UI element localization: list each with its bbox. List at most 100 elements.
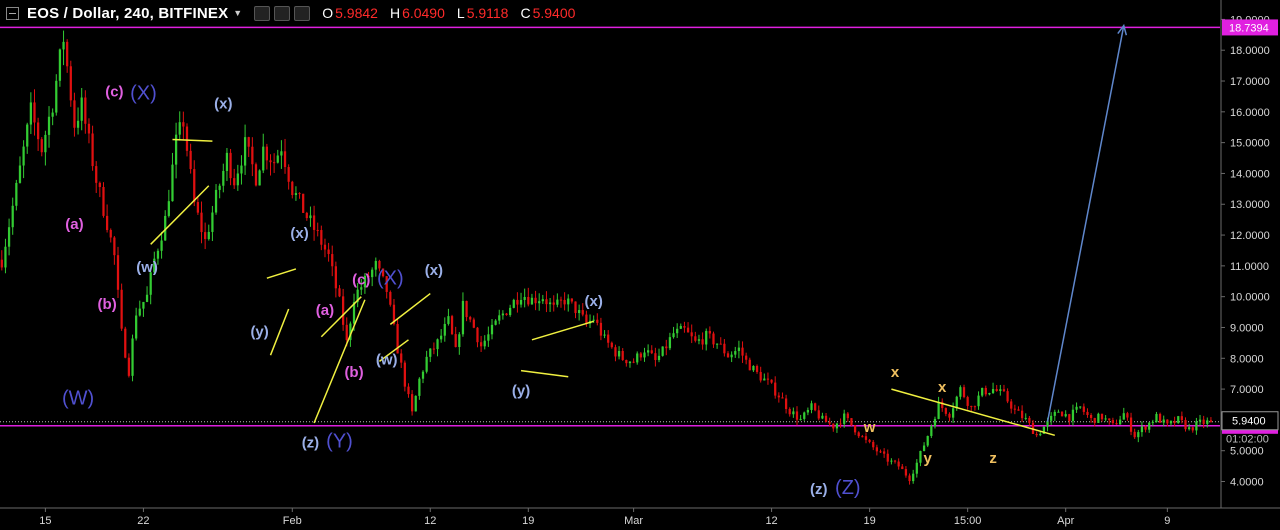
price-axis: 4.00005.00006.00007.00008.00009.000010.0… — [1220, 0, 1280, 530]
candle-body — [189, 150, 192, 170]
candle-body — [686, 327, 690, 333]
candle-body — [926, 435, 929, 446]
chevron-down-icon[interactable]: ▼ — [233, 8, 242, 18]
candle-body — [683, 326, 686, 328]
candle-body — [817, 410, 820, 419]
price-chart[interactable]: (c) (X) (x) (a) (w) (b) (W) (x) (y) (c) (X) (x) (a) (… — [0, 0, 1280, 530]
candle-body — [436, 339, 439, 350]
candle-body — [127, 357, 131, 376]
wave-labels: (c) (X) (x) (a) (w) (b) (W) (x) (y) (c) (X) (x) (a) (… — [62, 83, 997, 499]
candle-body — [959, 387, 962, 397]
candle-body — [138, 308, 141, 316]
candle-body — [1089, 415, 1093, 419]
price-tick-label: 4.0000 — [1230, 477, 1264, 489]
candle-body — [302, 193, 305, 213]
wave-label: (W) — [62, 387, 94, 409]
candle-body — [33, 102, 36, 123]
candle-body — [1100, 413, 1104, 420]
candle-body — [222, 170, 225, 186]
candle-body — [320, 230, 323, 245]
candle-body — [418, 378, 421, 396]
candle-body — [62, 41, 65, 50]
candle-body — [846, 413, 849, 419]
candle-body — [1144, 426, 1147, 430]
candle-body — [650, 350, 653, 354]
wave-label: w — [863, 419, 876, 436]
price-tick-label: 18.0000 — [1230, 45, 1270, 57]
candle-body — [334, 266, 337, 289]
price-tick-label: 15.0000 — [1230, 138, 1270, 150]
wave-label: x — [938, 379, 947, 396]
candle-body — [258, 170, 261, 186]
candle-body — [988, 392, 991, 395]
candle-body — [861, 436, 864, 438]
candle-body — [421, 371, 425, 379]
candle-body — [585, 314, 588, 324]
candle-body — [1057, 411, 1060, 413]
candle-body — [915, 462, 918, 474]
candle-body — [697, 339, 701, 341]
collapse-toggle-icon[interactable] — [6, 6, 19, 20]
candle-body — [672, 333, 675, 338]
candle-body — [730, 354, 733, 358]
candle-body — [795, 411, 799, 420]
trendline — [266, 268, 297, 279]
candle-body — [414, 395, 417, 412]
time-tick-label: 9 — [1164, 515, 1170, 527]
candle-body — [73, 100, 76, 128]
candle-body — [254, 164, 258, 186]
candle-body — [251, 146, 254, 165]
candle-body — [331, 254, 334, 267]
candle-body — [269, 160, 272, 163]
candle-body — [225, 152, 229, 171]
candle-body — [1002, 389, 1006, 392]
candle-body — [578, 310, 581, 314]
candle-body — [1198, 419, 1202, 422]
candle-body — [1180, 416, 1184, 421]
candle-body — [843, 413, 846, 424]
trendline — [269, 308, 290, 356]
time-tick-label: 15 — [39, 515, 51, 527]
candle-body — [690, 332, 693, 337]
candle-body — [218, 185, 221, 190]
hide-icon[interactable] — [274, 5, 291, 21]
candle-body — [563, 299, 566, 305]
time-tick-label: Apr — [1057, 515, 1074, 527]
candle-body — [185, 126, 189, 151]
candle-body — [1006, 391, 1009, 402]
candle-body — [1097, 413, 1100, 423]
candle-body — [541, 299, 544, 302]
candle-body — [1184, 420, 1187, 430]
projection-arrow — [1046, 23, 1128, 422]
candle-body — [668, 337, 672, 349]
time-axis: 15 22 Feb 12 19 Mar 12 19 15:00 Apr 9 — [0, 507, 1280, 527]
candle-body — [461, 300, 465, 335]
more-icon[interactable] — [294, 5, 311, 21]
candle-body — [1035, 433, 1038, 436]
candle-body — [443, 323, 446, 336]
candle-body — [734, 351, 737, 355]
candle-body — [970, 405, 973, 407]
candle-body — [912, 473, 915, 482]
candle-body — [487, 334, 490, 341]
candle-body — [109, 229, 112, 238]
settings-icon[interactable] — [254, 5, 271, 21]
price-tick-label: 7.0000 — [1230, 384, 1264, 396]
symbol-title[interactable]: EOS / Dollar, 240, BITFINEX — [27, 5, 228, 22]
candle-body — [763, 378, 766, 381]
candle-body — [1093, 418, 1096, 423]
candle-body — [850, 418, 853, 426]
candle-body — [1024, 417, 1027, 419]
candle-body — [1209, 420, 1213, 422]
candle-body — [737, 347, 741, 352]
candle-body — [893, 460, 897, 462]
candle-body — [614, 347, 617, 357]
candle-body — [759, 371, 762, 381]
candle-body — [981, 387, 984, 396]
price-tick-label: 12.0000 — [1230, 230, 1270, 242]
candle-body — [567, 298, 570, 305]
candle-body — [273, 162, 276, 164]
candle-body — [447, 316, 450, 324]
time-tick-label: 12 — [765, 515, 777, 527]
candle-body — [1104, 418, 1107, 420]
